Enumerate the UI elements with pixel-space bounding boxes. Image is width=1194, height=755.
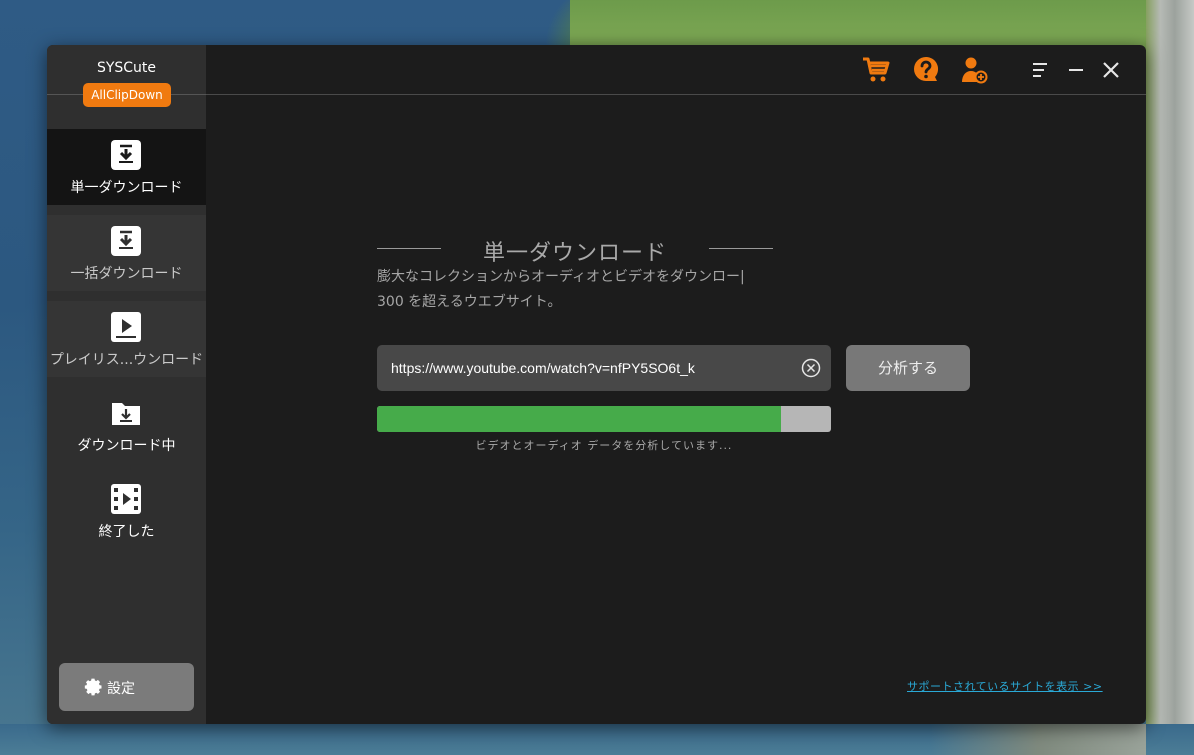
sidebar-item-downloading[interactable]: ダウンロード中 <box>47 387 206 463</box>
download-box-icon <box>111 226 141 256</box>
brand: SYSCute AllClipDown <box>47 45 206 129</box>
minimize-icon[interactable] <box>1065 59 1087 81</box>
sidebar-item-label: 単一ダウンロード <box>70 180 183 196</box>
gear-icon <box>84 678 102 696</box>
description-line-1: 膨大なコレクションからオーディオとビデオをダウンロー| <box>377 269 745 285</box>
analysis-progress-bar <box>377 406 831 432</box>
sidebar-item-playlist-download[interactable]: プレイリス...ウンロード <box>47 301 206 377</box>
film-icon <box>111 484 141 514</box>
settings-button[interactable]: 設定 <box>59 663 194 711</box>
supported-sites-link[interactable]: サポートされているサイトを表示 >> <box>907 678 1103 694</box>
download-folder-icon <box>112 403 140 425</box>
download-box-icon <box>111 140 141 170</box>
settings-label: 設定 <box>107 681 135 697</box>
account-add-icon[interactable] <box>960 55 990 85</box>
description-line-2: 300 を超えるウエブサイト。 <box>377 294 562 310</box>
progress-fill <box>377 406 782 432</box>
play-box-icon <box>111 312 141 342</box>
status-text: ビデオとオーディオ データを分析しています... <box>475 439 733 452</box>
app-window: SYSCute AllClipDown 単一ダウンロード 一括ダウンロード プレ… <box>47 45 1146 724</box>
app-name: SYSCute <box>96 60 157 76</box>
menu-icon[interactable] <box>1029 59 1051 81</box>
close-icon[interactable] <box>1099 58 1123 82</box>
app-badge[interactable]: AllClipDown <box>83 83 171 107</box>
url-field <box>377 345 831 391</box>
help-icon[interactable] <box>911 55 941 85</box>
sidebar-item-single-download[interactable]: 単一ダウンロード <box>47 129 206 205</box>
desktop-wallpaper-rock <box>1146 0 1194 755</box>
page-heading: 単一ダウンロード <box>377 235 777 266</box>
sidebar-item-batch-download[interactable]: 一括ダウンロード <box>47 215 206 291</box>
sidebar: SYSCute AllClipDown 単一ダウンロード 一括ダウンロード プレ… <box>47 45 206 724</box>
analyze-button[interactable]: 分析する <box>846 345 970 391</box>
sidebar-item-finished[interactable]: 終了した <box>47 473 206 549</box>
sidebar-item-label: ダウンロード中 <box>77 438 176 454</box>
page-description: 膨大なコレクションからオーディオとビデオをダウンロー| 300 を超えるウエブサ… <box>377 265 807 315</box>
clear-icon[interactable] <box>801 358 821 378</box>
title-bar <box>206 45 1146 95</box>
heading-rule-right <box>709 248 773 249</box>
page-title: 単一ダウンロード <box>482 241 667 266</box>
url-input[interactable] <box>391 345 791 391</box>
cart-icon[interactable] <box>861 55 891 85</box>
sidebar-item-label: 終了した <box>98 524 155 540</box>
sidebar-item-label: プレイリス...ウンロード <box>49 352 204 368</box>
desktop-wallpaper-shore <box>930 724 1146 755</box>
sidebar-item-label: 一括ダウンロード <box>70 266 183 282</box>
